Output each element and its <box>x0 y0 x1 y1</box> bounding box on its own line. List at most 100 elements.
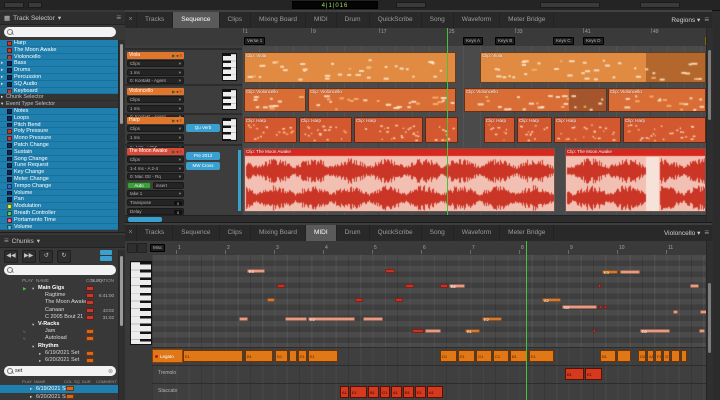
articulation-block[interactable]: F1 <box>655 350 662 362</box>
lane-staccato[interactable]: StaccatoA1E1B1G1A1B1E1A1 <box>152 383 706 400</box>
articulation-block[interactable] <box>617 350 631 362</box>
take-chip-pre-2013[interactable]: Pre 2013 <box>186 152 220 160</box>
articulation-block[interactable]: D1 <box>275 350 288 362</box>
selector-section-event-type-selector[interactable]: ▾Event Type Selector <box>0 101 118 108</box>
midi-clip[interactable]: Clip: Harp <box>554 117 621 143</box>
sidebar-item-harp[interactable]: Harp <box>0 40 118 47</box>
audio-clip[interactable]: Clip: The Moon Awake <box>565 148 706 212</box>
articulation-block[interactable]: E1 <box>458 350 475 362</box>
clip-area[interactable]: Clip: ViolaClip: ViolaClip: VioloncelloC… <box>242 46 706 215</box>
track-menu-icon[interactable]: ≡ <box>180 53 182 58</box>
automation-button[interactable]: Auto <box>127 182 151 189</box>
midi-note[interactable] <box>699 329 705 333</box>
pane-target-selector[interactable]: Violoncello ▾≡ <box>664 225 709 241</box>
set-color-chip[interactable] <box>66 386 74 391</box>
expander-icon[interactable]: ▸ <box>30 385 32 393</box>
midi-note[interactable] <box>690 284 699 288</box>
chunk-color-chip[interactable] <box>86 286 94 291</box>
mini-keyboard[interactable] <box>222 118 237 141</box>
sequence-vscrollbar[interactable] <box>706 28 713 222</box>
transpose-value[interactable]: 0 <box>174 201 182 206</box>
chunk-row-c-2005-bout-21[interactable]: C 2005 Bout 2131:02 <box>0 314 118 321</box>
expander-icon[interactable]: ▸ <box>1 67 3 74</box>
articulation-block[interactable] <box>289 350 297 362</box>
midi-note[interactable] <box>363 317 383 321</box>
snap-icon[interactable] <box>127 243 137 253</box>
articulation-block[interactable]: E1 <box>529 350 554 362</box>
tab-mixing-board[interactable]: Mixing Board <box>251 225 306 241</box>
sidebar-item-volume[interactable]: 7Volume <box>0 224 118 231</box>
track-title-the-moon-awake[interactable]: The Moon Awake▶●≡ <box>127 148 184 155</box>
tab-quickscribe[interactable]: QuickScribe <box>370 225 422 241</box>
play-track-icon[interactable]: ▶ <box>172 89 175 94</box>
tab-midi[interactable]: MIDI <box>306 12 337 28</box>
clear-filter-icon[interactable]: ⊗ <box>108 368 113 375</box>
midi-note[interactable] <box>395 298 403 302</box>
articulation-block[interactable]: B1 <box>565 368 584 380</box>
chunk-row-the-moon-awake[interactable]: The Moon Awake <box>0 299 118 306</box>
play-track-icon[interactable]: ▶ <box>172 53 175 58</box>
record-icon[interactable]: ● <box>176 149 178 154</box>
midi-note[interactable] <box>285 317 307 321</box>
insert-button[interactable]: insert <box>153 182 184 189</box>
sidebar-item-meter-change[interactable]: Meter Change <box>0 176 118 183</box>
sidebar-item-patch-change[interactable]: Patch Change <box>0 142 118 149</box>
tab-song[interactable]: Song <box>422 225 454 241</box>
chunk-color-chip[interactable] <box>86 308 94 313</box>
articulation-block[interactable]: G1 <box>380 386 390 398</box>
midi-note[interactable] <box>239 317 248 321</box>
chunk-row-jam[interactable]: ≈Jam <box>0 328 118 335</box>
articulation-block[interactable]: A1 <box>647 350 654 362</box>
take-chip-qu-verb[interactable]: Qu Verb <box>186 124 220 132</box>
chunk-row-rhythm[interactable]: ▾Rhythm <box>0 343 118 350</box>
chunks-search-input[interactable] <box>15 267 100 273</box>
play-track-icon[interactable]: ▶ <box>172 118 175 123</box>
pane-target-label[interactable]: Regions ▾ <box>671 16 700 24</box>
tab-meter-bridge[interactable]: Meter Bridge <box>500 12 554 28</box>
tab-song[interactable]: Song <box>422 12 454 28</box>
articulation-block[interactable]: C1 <box>493 350 509 362</box>
toolbar-box[interactable] <box>640 2 680 8</box>
tab-sequence[interactable]: Sequence <box>173 225 219 241</box>
sidebar-item-loops[interactable]: Loops <box>0 115 118 122</box>
mini-keyboard[interactable] <box>222 53 237 81</box>
chunk-color-chip[interactable] <box>86 351 94 356</box>
chunk-color-chip[interactable] <box>86 293 94 298</box>
delay-value[interactable]: 0 <box>174 210 182 215</box>
panel-menu-icon[interactable]: ≡ <box>116 14 121 22</box>
midi-note[interactable]: E2 <box>482 317 502 321</box>
marker-tag[interactable]: Misc <box>150 244 165 252</box>
tab-midi[interactable]: MIDI <box>306 225 337 241</box>
midi-clip[interactable]: Clip: Violoncello <box>608 88 706 112</box>
midi-vscrollbar[interactable] <box>706 241 713 400</box>
articulation-block[interactable]: A1 <box>427 386 443 398</box>
sidebar-item-portamento-time[interactable]: 5Portamento Time <box>0 217 118 224</box>
articulation-block[interactable]: B1 <box>403 386 414 398</box>
piano-roll[interactable]: E3E3B2A2G2E2E2B1D2 <box>152 255 706 347</box>
chunk-row-autoload[interactable]: ≈Autoload <box>0 335 118 342</box>
undo-button[interactable]: ↺ <box>39 250 53 263</box>
midi-clip[interactable]: Clip: Violoncello <box>308 88 456 112</box>
marker-tag-keys-d[interactable]: Keys D <box>583 37 604 45</box>
articulation-block[interactable]: G1 <box>476 350 492 362</box>
articulation-block[interactable] <box>671 350 680 362</box>
expander-icon[interactable]: ▸ <box>30 393 32 400</box>
expander-icon[interactable]: ▸ <box>1 94 3 101</box>
midi-clip[interactable]: Clip: Violoncello <box>244 88 306 112</box>
track-setting-dropdown[interactable]: ▾1 ms <box>127 105 184 112</box>
chunks-filter-input[interactable] <box>15 368 100 374</box>
chunk-row-ragtime[interactable]: Ragtime6:41:00 <box>0 292 118 299</box>
chunk-color-chip[interactable] <box>86 358 94 363</box>
tab-tracks[interactable]: Tracks <box>137 225 173 241</box>
midi-clip[interactable]: Clip: Harp <box>484 117 515 143</box>
articulation-block[interactable]: E1 <box>415 386 426 398</box>
midi-note[interactable] <box>593 329 596 333</box>
toolbar-box[interactable] <box>4 2 24 8</box>
sidebar-item-sustain[interactable]: Sustain <box>0 149 118 156</box>
articulation-block[interactable]: D2 <box>638 350 646 362</box>
chunk-row-6-19-2021-set[interactable]: ▸6/19/2021 Set <box>0 350 118 357</box>
expander-icon[interactable]: ▸ <box>1 60 3 67</box>
articulation-block[interactable]: A1 <box>340 386 349 398</box>
delay-stepper[interactable]: Delay0 <box>127 208 184 215</box>
track-menu-icon[interactable]: ≡ <box>180 89 182 94</box>
